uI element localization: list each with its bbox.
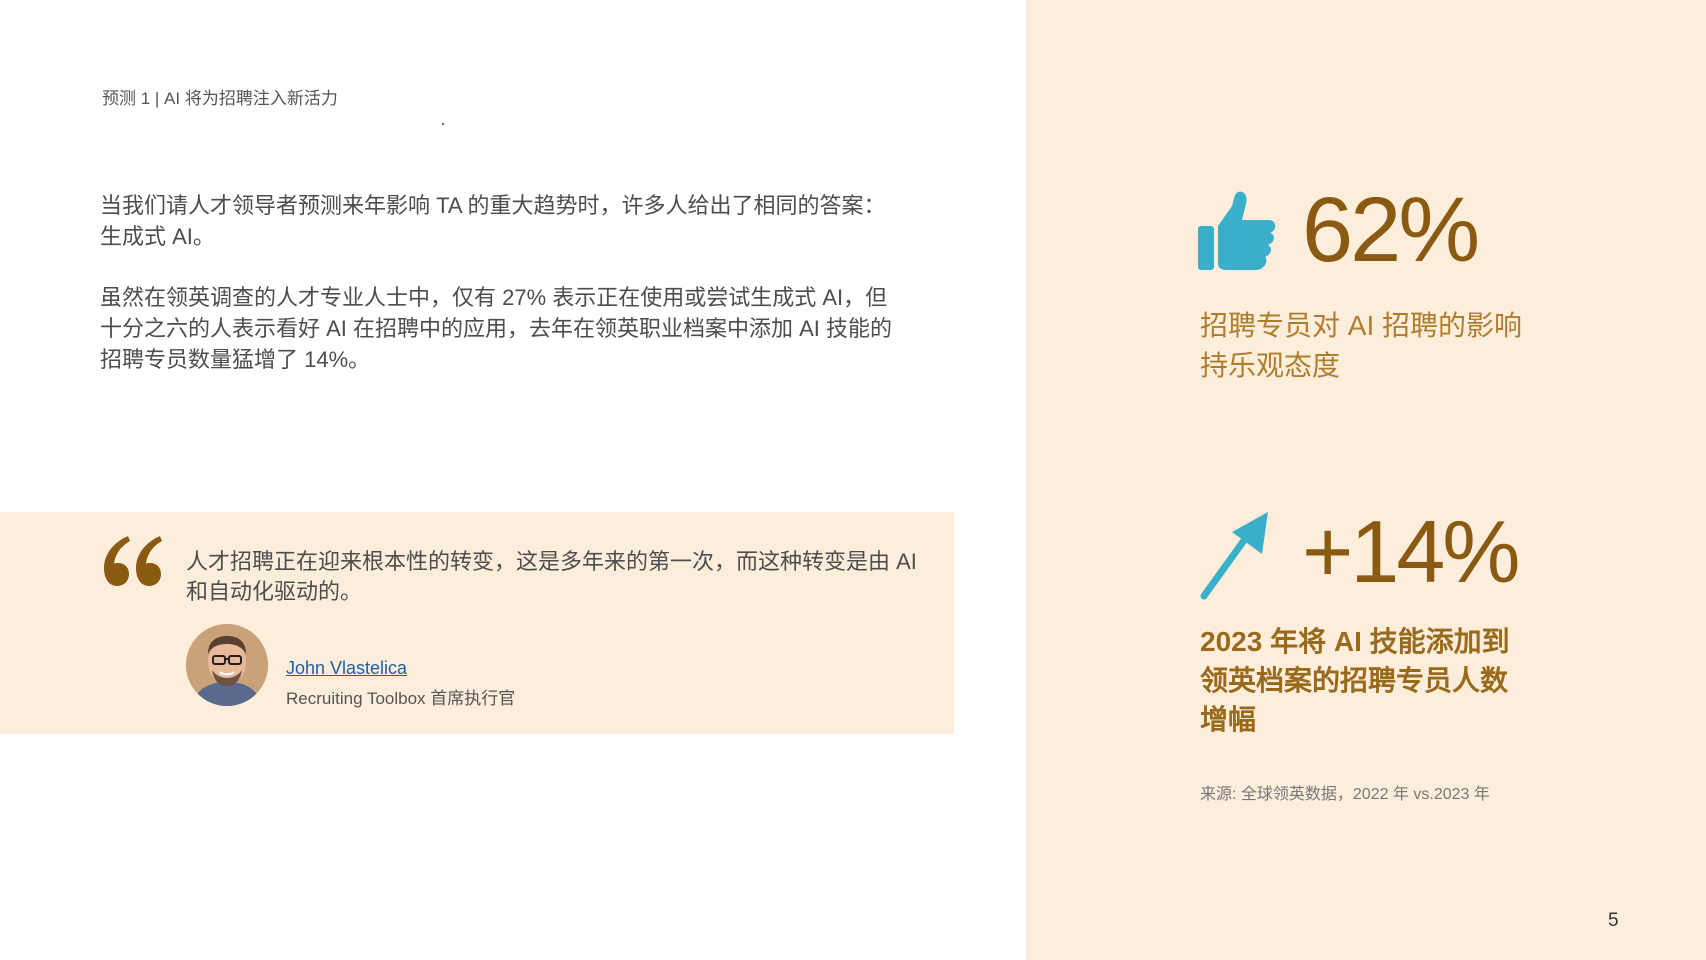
section-label: 预测 1 | AI 将为招聘注入新活力: [102, 89, 338, 108]
stat-14-value: +14%: [1302, 502, 1521, 601]
intro-paragraph-2: 虽然在领英调查的人才专业人士中，仅有 27% 表示正在使用或尝试生成式 AI，但…: [100, 285, 893, 372]
arrow-up-right-icon: [1200, 512, 1268, 600]
author-name-link[interactable]: John Vlastelica: [286, 658, 407, 679]
page-number: 5: [1608, 910, 1619, 931]
decorative-dot: [442, 123, 444, 125]
stat-14-description: 2023 年将 AI 技能添加到领英档案的招聘专员人数增幅: [1200, 626, 1510, 735]
stats-panel: [1026, 0, 1706, 960]
stat-62-value: 62%: [1302, 179, 1480, 281]
author-title: Recruiting Toolbox 首席执行官: [286, 689, 516, 708]
intro-text: 当我们请人才领导者预测来年影响 TA 的重大趋势时，许多人给出了相同的答案：生成…: [100, 190, 900, 405]
intro-paragraph-1: 当我们请人才领导者预测来年影响 TA 的重大趋势时，许多人给出了相同的答案：生成…: [100, 193, 886, 249]
stat-62-description: 招聘专员对 AI 招聘的影响持乐观态度: [1200, 310, 1523, 381]
thumbs-up-icon: [1198, 191, 1276, 270]
source-note: 来源: 全球领英数据，2022 年 vs.2023 年: [1200, 786, 1490, 803]
author-avatar: [186, 624, 268, 706]
quote-text: 人才招聘正在迎来根本性的转变，这是多年来的第一次，而这种转变是由 AI 和自动化…: [186, 549, 917, 604]
quote-mark-icon: [104, 536, 162, 586]
